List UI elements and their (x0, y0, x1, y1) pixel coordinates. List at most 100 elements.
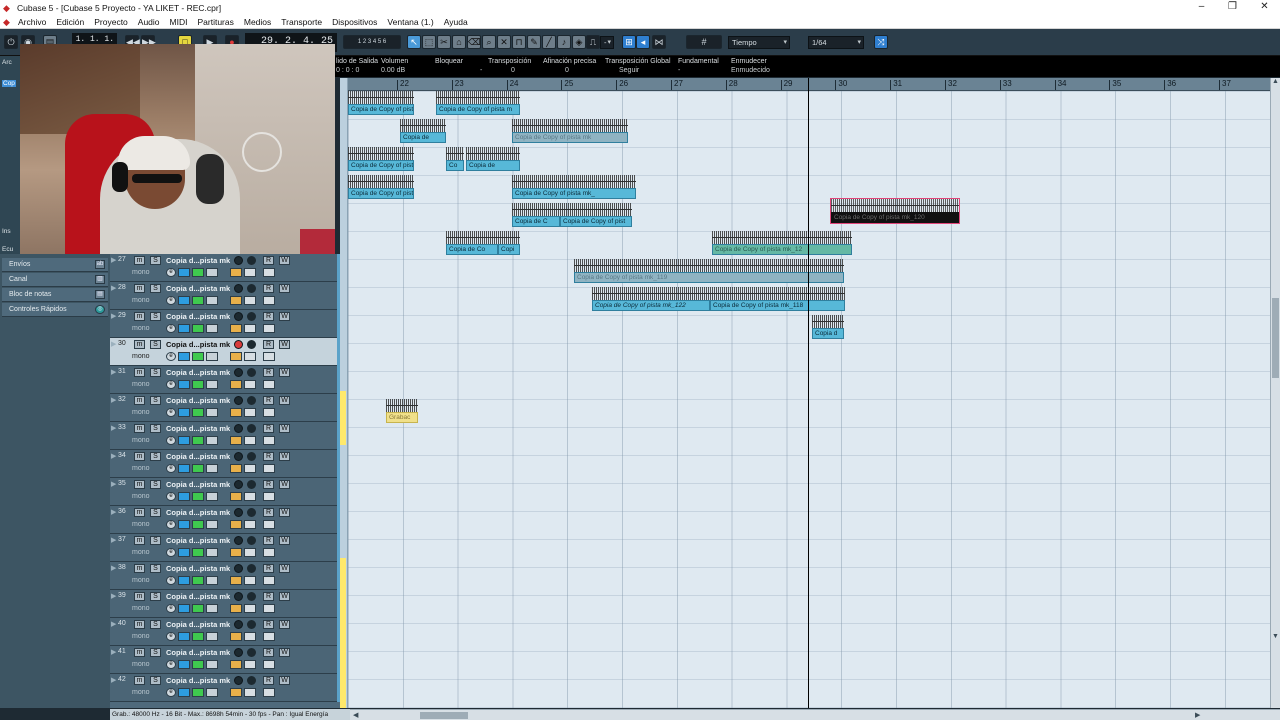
monitor-icon[interactable] (247, 396, 256, 405)
edit-channel-icon[interactable]: e (166, 408, 176, 417)
menu-audio[interactable]: Audio (133, 17, 165, 27)
lane-icon[interactable] (178, 688, 190, 697)
track-name[interactable]: Copia d...pista mk (166, 452, 230, 461)
inserts-icon[interactable] (192, 688, 204, 697)
audio-event[interactable]: Copia de Copy of pista m (348, 147, 414, 172)
audio-event[interactable]: Copia de C (512, 203, 560, 228)
audio-event[interactable]: Copi (498, 231, 520, 256)
write-automation-button[interactable]: W (279, 536, 290, 545)
solo-button[interactable]: S (150, 452, 161, 461)
monitor-icon[interactable] (247, 676, 256, 685)
lock-icon[interactable] (230, 604, 242, 613)
track-name[interactable]: Copia d...pista mk (166, 508, 230, 517)
monitor-icon[interactable] (247, 592, 256, 601)
folder-icon[interactable] (244, 296, 256, 305)
mute-button[interactable]: m (134, 452, 145, 461)
snap-mode-icon[interactable]: ◂ (636, 35, 650, 49)
edit-channel-icon[interactable]: e (166, 380, 176, 389)
folder-icon[interactable] (244, 604, 256, 613)
read-automation-button[interactable]: R (263, 676, 274, 685)
record-enable-icon[interactable] (234, 256, 243, 265)
track-name[interactable]: Copia d...pista mk (166, 312, 230, 321)
split-tool-icon[interactable]: ✂ (437, 35, 451, 49)
folder-icon[interactable] (244, 660, 256, 669)
nudge-dropdown[interactable]: - (600, 36, 614, 49)
inserts-icon[interactable] (192, 632, 204, 641)
edit-channel-icon[interactable]: e (166, 352, 176, 361)
folder-icon[interactable] (244, 408, 256, 417)
read-automation-button[interactable]: R (263, 480, 274, 489)
track-row[interactable]: ▶ 37 m S Copia d...pista mk R Wmono e (110, 534, 340, 562)
monitor-icon[interactable] (247, 508, 256, 517)
expand-track-icon[interactable]: ▶ (111, 648, 116, 656)
mute-button[interactable]: m (134, 480, 145, 489)
track-row[interactable]: ▶ 27 m S Copia d...pista mk R Wmono e (110, 254, 340, 282)
lock-icon[interactable] (230, 688, 242, 697)
folder-icon[interactable] (244, 352, 256, 361)
read-automation-button[interactable]: R (263, 620, 274, 629)
timebase-icon[interactable] (206, 576, 218, 585)
record-enable-icon[interactable] (234, 312, 243, 321)
record-enable-icon[interactable] (234, 340, 243, 349)
audio-event[interactable]: Copia de Copy of pista mk_119 (574, 259, 844, 284)
menu-edicion[interactable]: Edición (51, 17, 89, 27)
edit-channel-icon[interactable]: e (166, 492, 176, 501)
record-enable-icon[interactable] (234, 508, 243, 517)
lock-icon[interactable] (230, 324, 242, 333)
info-value-lock[interactable]: - (480, 67, 482, 74)
automation-icon[interactable] (263, 688, 275, 697)
automation-icon[interactable] (263, 632, 275, 641)
automation-icon[interactable] (263, 436, 275, 445)
glue-tool-icon[interactable]: ⌂ (452, 35, 466, 49)
envios-bypass-icon[interactable]: ab (95, 260, 105, 269)
expand-track-icon[interactable]: ▶ (111, 424, 116, 432)
lock-icon[interactable] (230, 436, 242, 445)
edit-channel-icon[interactable]: e (166, 520, 176, 529)
expand-track-icon[interactable]: ▶ (111, 312, 116, 320)
project-cursor[interactable] (808, 78, 809, 708)
mute-button[interactable]: m (134, 256, 145, 265)
read-automation-button[interactable]: R (263, 340, 274, 349)
track-name[interactable]: Copia d...pista mk (166, 536, 230, 545)
solo-button[interactable]: S (150, 480, 161, 489)
lock-icon[interactable] (230, 352, 242, 361)
mute-button[interactable]: m (134, 676, 145, 685)
quick-controls-icon[interactable]: ◎ (95, 305, 105, 314)
inserts-icon[interactable] (192, 408, 204, 417)
write-automation-button[interactable]: W (279, 396, 290, 405)
draw-tool-icon[interactable]: ✎ (527, 35, 541, 49)
inserts-icon[interactable] (192, 604, 204, 613)
monitor-icon[interactable] (247, 256, 256, 265)
lane-icon[interactable] (178, 548, 190, 557)
read-automation-button[interactable]: R (263, 396, 274, 405)
lane-icon[interactable] (178, 464, 190, 473)
inserts-icon[interactable] (192, 548, 204, 557)
solo-button[interactable]: S (150, 648, 161, 657)
solo-button[interactable]: S (150, 508, 161, 517)
timebase-icon[interactable] (206, 380, 218, 389)
timebase-icon[interactable] (206, 408, 218, 417)
object-selection-tool-icon[interactable]: ↖ (407, 35, 421, 49)
monitor-icon[interactable] (247, 312, 256, 321)
lock-icon[interactable] (230, 660, 242, 669)
timebase-icon[interactable] (206, 632, 218, 641)
audio-event[interactable]: Copia de Copy of pista mk_118 (710, 287, 845, 312)
edit-channel-icon[interactable]: e (166, 604, 176, 613)
lane-icon[interactable] (178, 324, 190, 333)
inspector-tab-archivo[interactable]: Arc (2, 59, 12, 66)
expand-track-icon[interactable]: ▶ (111, 340, 116, 348)
automation-icon[interactable] (263, 548, 275, 557)
lane-icon[interactable] (178, 632, 190, 641)
folder-icon[interactable] (244, 464, 256, 473)
info-value-global-transpose[interactable]: Seguir (619, 67, 639, 74)
track-row[interactable]: ▶ 42 m S Copia d...pista mk R Wmono e (110, 674, 340, 702)
folder-icon[interactable] (244, 436, 256, 445)
lane-icon[interactable] (178, 352, 190, 361)
record-enable-icon[interactable] (234, 620, 243, 629)
solo-button[interactable]: S (150, 368, 161, 377)
menu-midi[interactable]: MIDI (165, 17, 193, 27)
erase-tool-icon[interactable]: ⌫ (467, 35, 481, 49)
lane-icon[interactable] (178, 604, 190, 613)
menu-ventana[interactable]: Ventana (1.) (382, 17, 438, 27)
folder-icon[interactable] (244, 268, 256, 277)
